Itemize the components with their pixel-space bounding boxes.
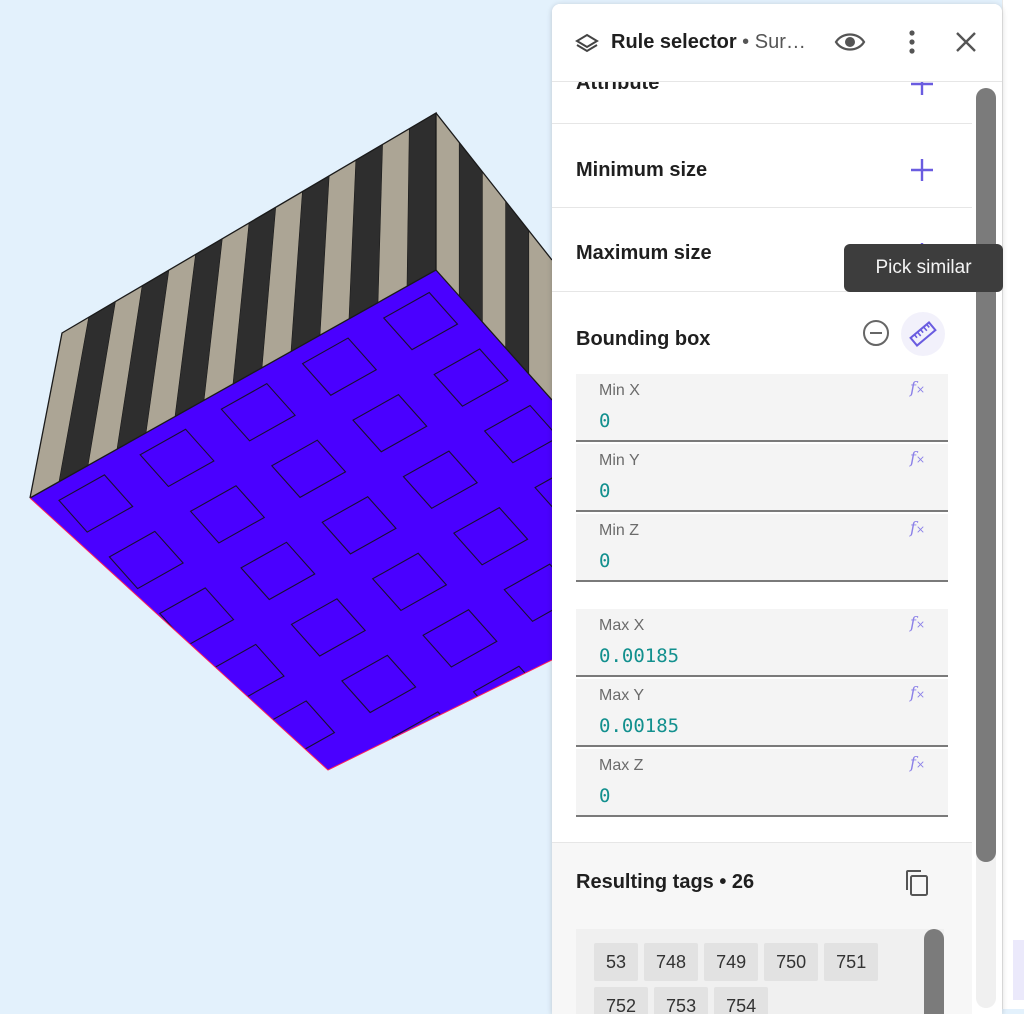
mesh-cell bbox=[30, 576, 103, 635]
field-value[interactable]: 0 bbox=[599, 550, 610, 572]
function-icon[interactable]: f× bbox=[910, 613, 925, 632]
field-value[interactable]: 0.00185 bbox=[599, 715, 679, 737]
tag-chip[interactable]: 752 bbox=[594, 987, 649, 1014]
mesh-cell bbox=[0, 623, 21, 680]
field-label: Max Y bbox=[599, 687, 645, 704]
tag-chip[interactable]: 53 bbox=[594, 943, 639, 981]
tag-chip[interactable]: 751 bbox=[824, 943, 879, 981]
function-icon[interactable]: f× bbox=[910, 448, 925, 467]
minimum-size-row: Minimum size bbox=[552, 124, 972, 208]
panel-scrollbar-thumb[interactable] bbox=[976, 88, 996, 862]
field-label: Min Y bbox=[599, 452, 640, 469]
tag-chip[interactable]: 750 bbox=[764, 943, 819, 981]
min-x-field[interactable]: Min X 0 f× bbox=[576, 374, 948, 442]
pick-similar-tooltip: Pick similar bbox=[844, 244, 1003, 292]
more-vertical-icon[interactable] bbox=[900, 26, 924, 58]
tag-chip[interactable]: 748 bbox=[644, 943, 699, 981]
resulting-tags-title: Resulting tags • 26 bbox=[576, 871, 755, 893]
mesh-cell bbox=[77, 632, 154, 692]
field-value[interactable]: 0.00185 bbox=[599, 645, 679, 667]
panel-title: Rule selector • Sur… bbox=[611, 31, 806, 54]
tag-chip[interactable]: 749 bbox=[704, 943, 759, 981]
minimum-size-label: Minimum size bbox=[576, 159, 708, 181]
tag-chip[interactable]: 753 bbox=[654, 987, 709, 1014]
mesh-cell bbox=[30, 519, 53, 579]
mesh-cell bbox=[310, 756, 386, 770]
max-z-field[interactable]: Max Z 0 f× bbox=[576, 749, 948, 817]
resulting-tags-label: Resulting tags bbox=[576, 871, 714, 893]
panel-title-text: Rule selector bbox=[611, 31, 737, 53]
mesh-cell bbox=[493, 825, 552, 882]
max-x-field[interactable]: Max X 0.00185 f× bbox=[576, 609, 948, 677]
field-value[interactable]: 0 bbox=[599, 785, 610, 807]
attribute-label: Attribute bbox=[576, 82, 660, 94]
rule-selector-panel: Rule selector • Sur… Attribute Minimum s… bbox=[552, 4, 1002, 1014]
mesh-cell bbox=[441, 767, 518, 770]
function-icon[interactable]: f× bbox=[910, 378, 925, 397]
bounding-box-label: Bounding box bbox=[576, 328, 711, 350]
mesh-cell bbox=[250, 962, 324, 1009]
minus-circle-icon[interactable] bbox=[861, 318, 891, 348]
mesh-cell bbox=[128, 689, 204, 748]
panel-subtitle: • Sur… bbox=[736, 31, 806, 53]
plus-icon[interactable] bbox=[908, 82, 936, 98]
mesh-cell bbox=[46, 734, 123, 770]
mesh-stripe bbox=[458, 141, 483, 323]
mesh-cell bbox=[523, 722, 552, 770]
function-icon[interactable]: f× bbox=[910, 753, 925, 772]
panel-body: Attribute Minimum size Maximum size Boun… bbox=[552, 82, 1002, 1014]
min-y-field[interactable]: Min Y 0 f× bbox=[576, 444, 948, 512]
field-value[interactable]: 0 bbox=[599, 410, 610, 432]
function-icon[interactable]: f× bbox=[910, 683, 925, 702]
mesh-cell bbox=[30, 678, 73, 737]
field-label: Min X bbox=[599, 382, 640, 399]
mesh-cell bbox=[0, 464, 1, 521]
copy-icon[interactable] bbox=[903, 868, 931, 898]
mesh-cell bbox=[412, 871, 486, 928]
mesh-canvas[interactable] bbox=[0, 0, 552, 1009]
max-y-field[interactable]: Max Y 0.00185 f× bbox=[576, 679, 948, 747]
ruler-icon bbox=[909, 321, 937, 347]
resulting-tags-section: Resulting tags • 26 53 748 749 750 751 752 753… bbox=[552, 842, 972, 1014]
maximum-size-label: Maximum size bbox=[576, 242, 712, 264]
tags-grid: 53 748 749 750 751 752 753 754 bbox=[594, 943, 894, 1014]
function-icon[interactable]: f× bbox=[910, 518, 925, 537]
field-label: Min Z bbox=[599, 522, 639, 539]
mesh-cell bbox=[362, 814, 436, 871]
right-edge-strip bbox=[1002, 0, 1024, 1009]
resulting-tags-count: 26 bbox=[731, 871, 755, 893]
rule-selector-icon bbox=[575, 33, 599, 53]
field-value[interactable]: 0 bbox=[599, 480, 610, 502]
tag-chip[interactable]: 754 bbox=[714, 987, 769, 1014]
mesh-stripe bbox=[406, 113, 436, 287]
mesh-cell bbox=[98, 792, 172, 849]
tags-scrollbar[interactable] bbox=[924, 929, 944, 1014]
min-z-field[interactable]: Min Z 0 f× bbox=[576, 514, 948, 582]
mesh-cell bbox=[149, 849, 223, 906]
mesh-cell bbox=[280, 860, 354, 917]
mesh-cell bbox=[178, 745, 255, 770]
mesh-cell bbox=[199, 905, 273, 962]
field-label: Max X bbox=[599, 617, 645, 634]
plus-icon[interactable] bbox=[908, 156, 936, 184]
panel-header: Rule selector • Sur… bbox=[552, 4, 1002, 82]
mesh-cell bbox=[331, 916, 405, 973]
mesh-cell bbox=[230, 803, 304, 860]
close-icon[interactable] bbox=[952, 28, 980, 56]
field-label: Max Z bbox=[599, 757, 644, 774]
tags-list: 53 748 749 750 751 752 753 754 bbox=[576, 929, 944, 1014]
eye-icon[interactable] bbox=[834, 28, 866, 56]
pick-similar-button[interactable] bbox=[901, 312, 945, 356]
attribute-row: Attribute bbox=[552, 82, 972, 124]
